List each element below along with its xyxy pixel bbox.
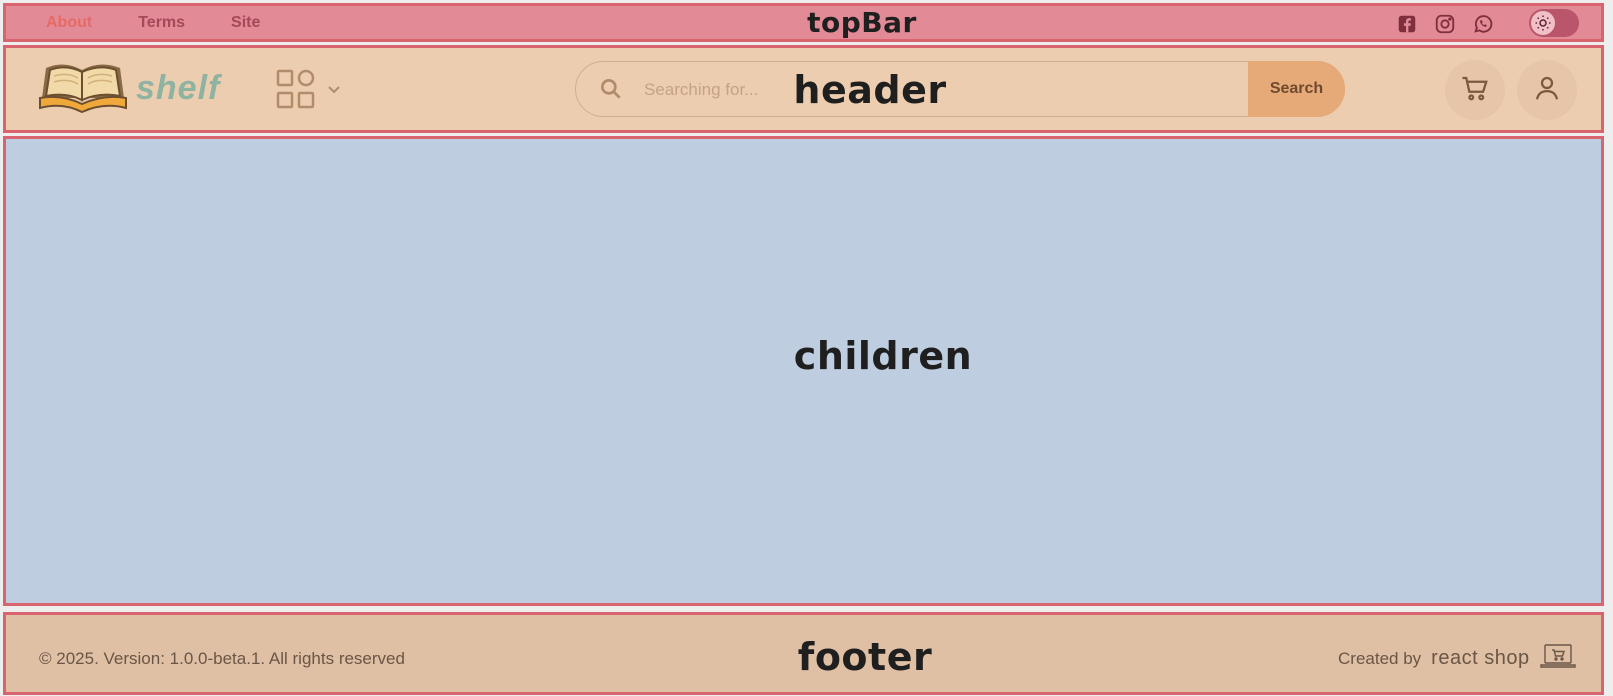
header-region-label: header: [793, 68, 947, 112]
social-links: [1396, 13, 1494, 35]
top-link-about[interactable]: About: [46, 14, 92, 32]
category-menu[interactable]: [276, 69, 342, 114]
top-bar: About Terms Site topBar: [3, 3, 1604, 42]
book-icon: [38, 58, 128, 119]
facebook-icon[interactable]: [1396, 13, 1418, 35]
laptop-cart-icon: [1539, 643, 1576, 674]
copyright-text: © 2025. Version: 1.0.0-beta.1. All right…: [39, 649, 405, 668]
cart-button[interactable]: [1445, 60, 1505, 120]
chevron-down-icon: [326, 81, 342, 102]
brand-name: react shop: [1431, 647, 1530, 669]
children-content: children: [3, 136, 1604, 606]
created-by[interactable]: Created by react shop: [1338, 643, 1576, 674]
user-button[interactable]: [1517, 60, 1577, 120]
search-icon: [598, 76, 624, 107]
created-by-label: Created by: [1338, 648, 1422, 668]
whatsapp-icon[interactable]: [1472, 13, 1494, 35]
top-link-terms[interactable]: Terms: [138, 14, 185, 32]
logo-text: shelf: [136, 69, 221, 107]
header: shelf Search header: [3, 45, 1604, 133]
grid-icon: [276, 69, 316, 114]
sun-icon: [1531, 11, 1555, 35]
top-nav: About Terms Site: [46, 14, 260, 32]
search-button[interactable]: Search: [1248, 61, 1345, 117]
user-icon: [1532, 73, 1562, 108]
top-link-site[interactable]: Site: [231, 14, 260, 32]
footer-region-label: footer: [797, 635, 933, 679]
topbar-region-label: topBar: [807, 6, 917, 39]
theme-toggle[interactable]: [1529, 9, 1579, 37]
cart-icon: [1460, 73, 1490, 108]
footer: © 2025. Version: 1.0.0-beta.1. All right…: [3, 612, 1604, 695]
children-region-label: children: [793, 334, 973, 378]
logo[interactable]: shelf: [38, 58, 220, 119]
search-bar: Search: [575, 61, 1345, 117]
instagram-icon[interactable]: [1434, 13, 1456, 35]
